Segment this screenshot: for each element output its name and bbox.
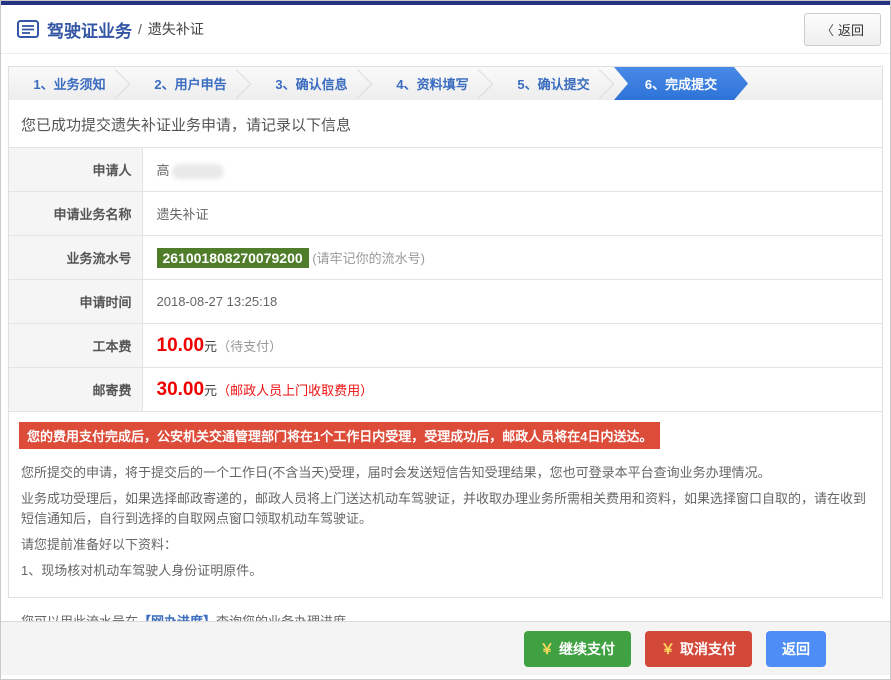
chevron-left-icon: 〈 xyxy=(821,23,834,38)
notice-paragraph: 1、现场核对机动车驾驶人身份证明原件。 xyxy=(21,561,870,581)
steps-bar: 1、业务须知 2、用户申告 3、确认信息 4、资料填写 5、确认提交 6、完成提交 xyxy=(9,67,882,100)
step-label: 4、资料填写 xyxy=(396,74,468,93)
table-row: 工本费10.00元（待支付） xyxy=(9,324,882,368)
row-label: 工本费 xyxy=(9,324,142,368)
back-button[interactable]: 〈返回 xyxy=(804,13,881,46)
row-value: 遗失补证 xyxy=(142,192,882,236)
row-label: 申请业务名称 xyxy=(9,192,142,236)
table-row: 邮寄费30.00元（邮政人员上门收取费用） xyxy=(9,368,882,412)
footer-action-bar: ￥ 继续支付 ￥ 取消支付 返回 xyxy=(1,621,890,675)
redacted-name xyxy=(172,164,224,179)
step-label: 2、用户申告 xyxy=(154,74,226,93)
button-label: 取消支付 xyxy=(680,641,736,657)
row-label: 邮寄费 xyxy=(9,368,142,412)
step-label: 3、确认信息 xyxy=(275,74,347,93)
step-tab-5: 5、确认提交 xyxy=(493,67,614,100)
fee-unit: 元 xyxy=(204,339,217,354)
breadcrumb-current: 遗失补证 xyxy=(148,19,204,39)
row-label: 申请时间 xyxy=(9,280,142,324)
value-note: (请牢记你的流水号) xyxy=(309,251,425,266)
success-message: 您已成功提交遗失补证业务申请，请记录以下信息 xyxy=(9,100,882,147)
notice-paragraph: 请您提前准备好以下资料： xyxy=(21,535,870,555)
button-label: 继续支付 xyxy=(559,641,615,657)
steps-bar-filler xyxy=(748,67,882,100)
return-button[interactable]: 返回 xyxy=(766,631,826,667)
table-row: 申请人高 xyxy=(9,148,882,192)
application-info-table: 申请人高申请业务名称遗失补证业务流水号261001808270079200 (请… xyxy=(9,147,882,412)
alert-banner: 您的费用支付完成后，公安机关交通管理部门将在1个工作日内受理，受理成功后，邮政人… xyxy=(19,422,660,449)
table-row: 业务流水号261001808270079200 (请牢记你的流水号) xyxy=(9,236,882,280)
button-label: 返回 xyxy=(782,641,810,657)
fee-amount: 30.00 xyxy=(157,379,205,400)
row-value: 10.00元（待支付） xyxy=(142,324,882,368)
row-value: 30.00元（邮政人员上门收取费用） xyxy=(142,368,882,412)
fee-unit: 元 xyxy=(204,383,217,398)
row-label: 申请人 xyxy=(9,148,142,192)
fee-amount: 10.00 xyxy=(157,335,205,356)
value-note: （邮政人员上门收取费用） xyxy=(217,383,373,398)
table-row: 申请时间 2018-08-27 13:25:18 xyxy=(9,280,882,324)
cancel-pay-button[interactable]: ￥ 取消支付 xyxy=(645,631,752,667)
notice-paragraph: 业务成功受理后，如果选择邮政寄递的，邮政人员将上门送达机动车驾驶证，并收取办理业… xyxy=(21,489,870,529)
notice-paragraphs: 您所提交的申请，将于提交后的一个工作日(不含当天)受理，届时会发送短信告知受理结… xyxy=(9,453,882,591)
continue-pay-button[interactable]: ￥ 继续支付 xyxy=(524,631,631,667)
breadcrumb-separator: / xyxy=(138,21,142,37)
table-row: 申请业务名称遗失补证 xyxy=(9,192,882,236)
row-value: 261001808270079200 (请牢记你的流水号) xyxy=(142,236,882,280)
row-value: 高 xyxy=(142,148,882,192)
step-tab-6: 6、完成提交 xyxy=(614,67,748,100)
content-panel: 1、业务须知 2、用户申告 3、确认信息 4、资料填写 5、确认提交 6、完成提交 您已成… xyxy=(8,66,883,598)
step-tab-3: 3、确认信息 xyxy=(251,67,372,100)
value-text: 高 xyxy=(157,163,170,178)
serial-number-badge: 261001808270079200 xyxy=(157,248,309,268)
step-label: 1、业务须知 xyxy=(33,74,105,93)
step-tab-1: 1、业务须知 xyxy=(9,67,130,100)
license-list-icon xyxy=(17,20,39,38)
value-note: （待支付） xyxy=(217,339,282,354)
value-text: 遗失补证 xyxy=(157,207,209,222)
back-button-label: 返回 xyxy=(838,23,864,38)
page-title: 驾驶证业务 xyxy=(47,17,132,42)
step-tab-2: 2、用户申告 xyxy=(130,67,251,100)
notice-paragraph: 您所提交的申请，将于提交后的一个工作日(不含当天)受理，届时会发送短信告知受理结… xyxy=(21,463,870,483)
info-table-body: 申请人高申请业务名称遗失补证业务流水号261001808270079200 (请… xyxy=(9,148,882,412)
row-label: 业务流水号 xyxy=(9,236,142,280)
row-value: 2018-08-27 13:25:18 xyxy=(142,280,882,324)
step-label: 5、确认提交 xyxy=(517,74,589,93)
value-text: 2018-08-27 13:25:18 xyxy=(157,294,278,309)
step-tab-4: 4、资料填写 xyxy=(372,67,493,100)
yen-icon: ￥ xyxy=(540,641,554,657)
step-label: 6、完成提交 xyxy=(645,74,717,93)
yen-icon: ￥ xyxy=(661,641,675,657)
page-header: 驾驶证业务 / 遗失补证 〈返回 xyxy=(1,5,890,54)
